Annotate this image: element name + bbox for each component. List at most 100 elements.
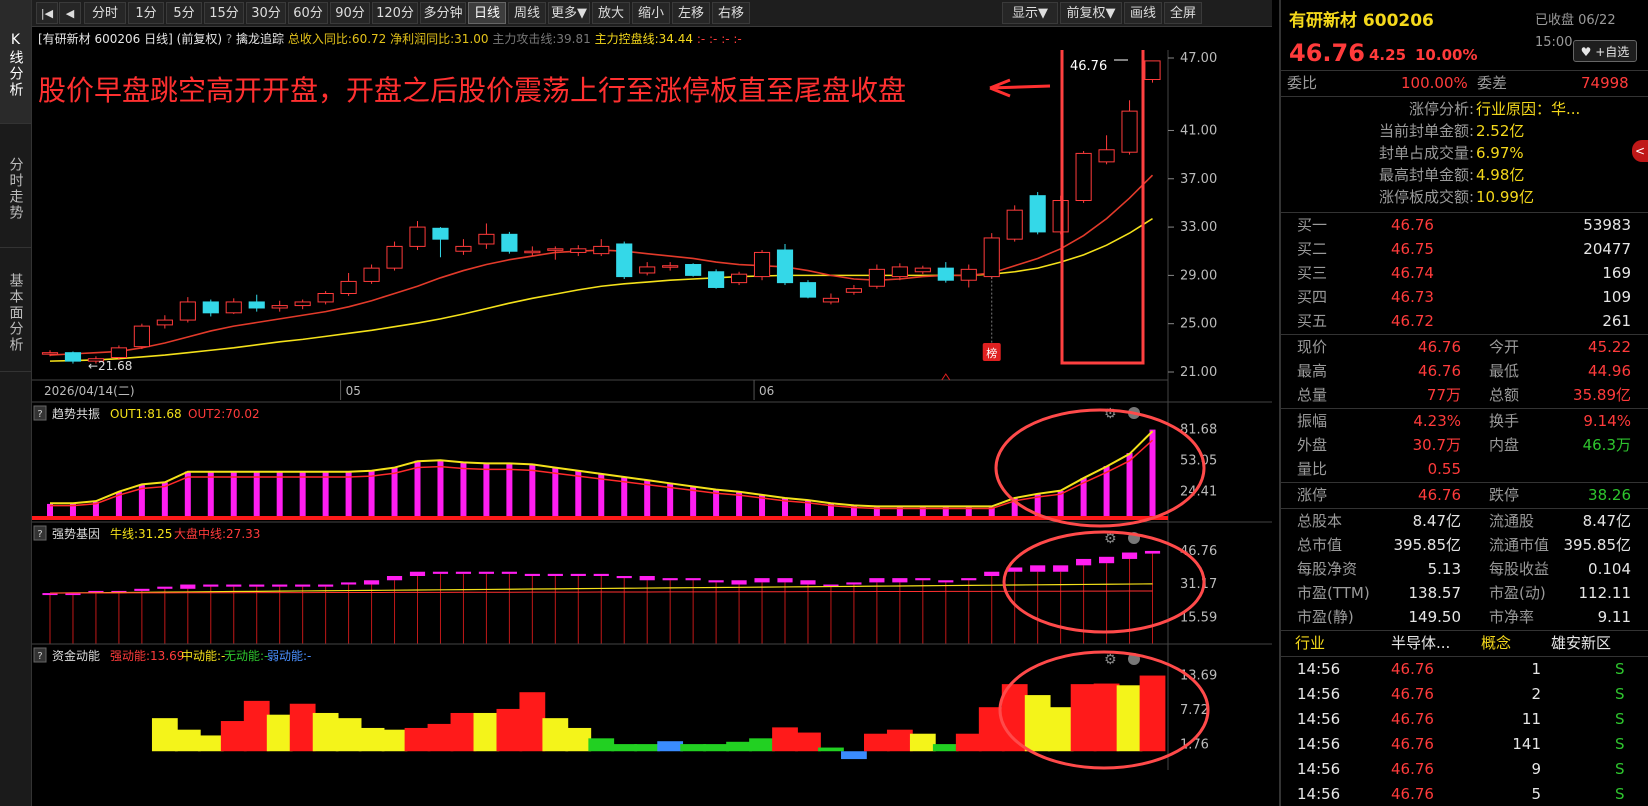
capital-bar [1024,695,1051,752]
toolbar-right-btn-1[interactable]: 前复权▼ [1060,2,1122,24]
toolbar-btn-0[interactable]: 分时 [84,2,126,24]
q1-value-b-1: 44.96 [1588,362,1631,380]
candle [340,280,357,295]
q3-value-b-0: 38.26 [1588,486,1631,504]
weibi-value: 100.00% [1401,74,1468,92]
candle [1098,149,1115,163]
trend-bar [529,463,536,518]
toolbar-btn-15[interactable]: 右移 [712,2,750,24]
industry-value[interactable]: 半导体... [1391,632,1450,654]
tick-time-4: 14:56 [1297,760,1341,778]
trend-bar [253,471,260,518]
q4-label-b-3: 市盈(动) [1489,584,1546,602]
capital-bar [932,744,959,752]
capital-bar [542,718,569,752]
toolbar-btn-5[interactable]: 60分 [288,2,328,24]
zt-value-0: 行业原因：华... [1476,100,1581,118]
capital-bar [772,727,798,752]
gene-bar [226,584,242,587]
capital-bar [703,744,729,752]
q2-value-a-0: 4.23% [1413,412,1461,430]
toolbar-btn-2[interactable]: 5分 [166,2,202,24]
income-yoy: 总收入同比:60.72 [287,32,387,46]
main-attack-line: 主力攻击线:39.81 [492,32,591,46]
capital-bar [864,733,890,752]
q4-label-a-3: 市盈(TTM) [1297,584,1370,602]
q1-value-b-2: 35.89亿 [1573,386,1631,404]
divider [1281,96,1648,97]
gene-bar [777,578,793,583]
toolbar-btn-4[interactable]: 30分 [246,2,286,24]
tab-fundamentals[interactable]: 基本面分析 [0,248,31,372]
candle [1144,60,1161,80]
tab-fundamentals-label: 基本面分析 [7,272,24,353]
nav-prev-icon[interactable]: ◀ [59,2,81,24]
bid-price-2: 46.74 [1391,264,1434,282]
toolbar-btn-14[interactable]: 左移 [672,2,710,24]
trend-bar [368,470,375,518]
candle [983,237,1000,278]
candle [41,352,59,355]
trend-panel-item-0: OUT1:81.68 [110,407,182,421]
gene-bar [272,584,288,587]
bid-price-0: 46.76 [1391,216,1434,234]
candle [891,266,908,278]
trend-bar [460,461,467,518]
zt-value-1: 2.52亿 [1476,122,1525,140]
q1-value-a-2: 77万 [1426,386,1461,404]
tab-intraday[interactable]: 分时走势 [0,124,31,248]
q2-value-b-1: 46.3万 [1582,436,1631,454]
toolbar-btn-10[interactable]: 周线 [508,2,546,24]
kline-chart[interactable]: 47.00 41.00 37.00 33.00 29.00 25.00 21.00 2026/… [32,50,1272,806]
date-label-start: 2026/04/14(二) [44,384,135,398]
panel-help-icon: ? [37,409,42,420]
capital-bar [657,741,684,752]
candle [776,249,794,284]
toolbar-btn-6[interactable]: 90分 [330,2,370,24]
candle [593,245,610,255]
toolbar-right-btn-2[interactable]: 画线 [1124,2,1162,24]
tick-time-5: 14:56 [1297,785,1341,803]
collapse-arrow-icon[interactable]: < [1632,140,1648,162]
bid-volume-4: 261 [1602,312,1631,330]
help-icon[interactable]: ? [226,32,232,46]
candle [294,301,311,307]
toolbar-right-btn-0[interactable]: 显示▼ [1002,2,1058,24]
tick-side-2: S [1615,710,1625,728]
candle [409,226,426,247]
q4-value-a-1: 395.85亿 [1393,536,1462,554]
gene-bar [961,578,977,581]
q2-label-b-0: 换手 [1489,412,1520,430]
toolbar-btn-9[interactable]: 日线 [468,2,506,24]
toolbar-btn-11[interactable]: 更多▼ [548,2,590,24]
gene-bar [501,571,517,574]
toolbar-btn-7[interactable]: 120分 [372,2,418,24]
toolbar-btn-1[interactable]: 1分 [128,2,164,24]
bid-volume-2: 169 [1602,264,1631,282]
toolbar-btn-13[interactable]: 缩小 [632,2,670,24]
tick-price-4: 46.76 [1391,760,1434,778]
capital-bar [312,712,339,752]
tab-kline-analysis[interactable]: K线分析 [0,0,31,124]
trend-bar [161,482,168,518]
capital-bar [1070,684,1097,752]
divider [1281,630,1648,631]
toolbar-btn-3[interactable]: 15分 [204,2,244,24]
q1-value-b-0: 45.22 [1588,338,1631,356]
toolbar-right-btn-3[interactable]: 全屏 [1164,2,1202,24]
candle [156,319,173,326]
bang-label: 榜 [986,346,997,360]
add-watchlist-button[interactable]: ♥ +自选 [1573,40,1637,62]
nav-first-icon[interactable]: |◀ [36,2,58,24]
gene-bar [455,571,472,574]
adjust-label[interactable]: (前复权) [177,32,222,46]
gene-bar [731,580,747,585]
toolbar-btn-8[interactable]: 多分钟 [420,2,466,24]
toolbar-btn-12[interactable]: 放大 [592,2,630,24]
q2-label-a-1: 外盘 [1297,436,1328,454]
capital-bar [450,712,477,752]
zt-label-1: 当前封单金额: [1378,122,1474,140]
q4-label-a-0: 总股本 [1297,512,1343,530]
concept-value[interactable]: 雄安新区 [1551,632,1611,654]
zt-value-4: 10.99亿 [1476,188,1534,206]
